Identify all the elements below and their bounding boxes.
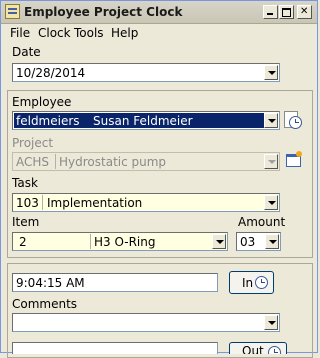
time-field[interactable]: 9:04:15 AM: [12, 273, 218, 292]
item-label: Item: [12, 215, 40, 229]
task-code: 103: [16, 196, 39, 210]
item-dropdown-arrow-icon[interactable]: [212, 234, 226, 249]
minimize-button[interactable]: [263, 5, 278, 19]
menu-help[interactable]: Help: [111, 26, 138, 40]
comments-select[interactable]: [12, 313, 280, 332]
task-label: Task: [12, 176, 38, 190]
menu-clock[interactable]: Clock: [38, 26, 71, 40]
employee-select[interactable]: feldmeiers Susan Feldmeier: [12, 111, 280, 130]
task-select[interactable]: 103 Implementation: [12, 193, 280, 212]
employee-label: Employee: [12, 95, 72, 109]
task-name: Implementation: [47, 196, 143, 210]
edit-project-button[interactable]: [285, 151, 304, 170]
menu-bar: File Clock Tools Help: [1, 24, 317, 42]
project-name: Hydrostatic pump: [59, 155, 167, 169]
notes-field[interactable]: [12, 342, 218, 354]
item-select[interactable]: 2 H3 O-Ring: [12, 232, 228, 251]
project-select[interactable]: ACHS Hydrostatic pump: [12, 152, 280, 171]
date-value: 10/28/2014: [16, 66, 86, 80]
employee-clock-button[interactable]: [283, 109, 304, 130]
app-icon: [5, 4, 20, 19]
item-name: H3 O-Ring: [94, 235, 156, 249]
close-button[interactable]: [297, 5, 312, 19]
clock-in-label: In: [242, 276, 254, 290]
title-bar[interactable]: Employee Project Clock: [1, 1, 317, 24]
employee-name: Susan Feldmeier: [93, 114, 193, 128]
date-label: Date: [12, 45, 41, 59]
menu-tools[interactable]: Tools: [74, 26, 104, 40]
clock-icon: [289, 116, 302, 129]
comments-dropdown-arrow-icon[interactable]: [264, 315, 278, 330]
time-value: 9:04:15 AM: [16, 276, 85, 290]
amount-label: Amount: [238, 215, 286, 229]
clock-in-button[interactable]: In: [229, 271, 274, 294]
project-dropdown-arrow-icon[interactable]: [264, 154, 278, 169]
employee-id: feldmeiers: [16, 114, 80, 128]
comments-label: Comments: [12, 297, 78, 311]
amount-value: 03: [240, 235, 256, 249]
date-picker[interactable]: 10/28/2014: [12, 63, 280, 82]
window-title: Employee Project Clock: [24, 5, 183, 19]
amount-select[interactable]: 03: [236, 232, 281, 251]
clock-out-button[interactable]: Out: [229, 342, 287, 354]
project-label: Project: [12, 136, 54, 150]
item-code: 2: [19, 235, 27, 249]
menu-file[interactable]: File: [10, 26, 30, 40]
clock-in-clock-icon: [255, 276, 268, 289]
task-dropdown-arrow-icon[interactable]: [264, 195, 278, 210]
maximize-button[interactable]: [279, 5, 294, 19]
project-code: ACHS: [16, 155, 50, 169]
main-window: Employee Project Clock File Clock Tools …: [0, 0, 318, 358]
employee-dropdown-arrow-icon[interactable]: [264, 113, 278, 128]
amount-dropdown-arrow-icon[interactable]: [265, 234, 279, 249]
date-dropdown-arrow-icon[interactable]: [264, 65, 278, 80]
